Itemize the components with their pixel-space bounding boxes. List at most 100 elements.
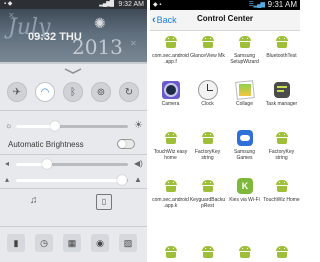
android-icon (199, 129, 217, 147)
rotation-lock-icon: ↻ (124, 86, 134, 98)
hotspot-icon: ⊚ (96, 86, 106, 98)
android-icon (273, 129, 291, 147)
app-icon-item[interactable]: TouchWiz Home (263, 177, 300, 223)
switch-knob (118, 140, 126, 148)
camera-button[interactable]: ◉ (91, 234, 109, 252)
timer-icon: ◷ (40, 237, 48, 248)
app-label: Clock (201, 101, 214, 107)
app-label: GlanceView Mk (190, 53, 225, 59)
ring-volume-slider[interactable] (16, 175, 128, 185)
android-icon (199, 33, 217, 51)
app-label: Samsung Games (233, 149, 256, 161)
lockscreen-wallpaper: ✕ ✕ July ✺ 09:32 THU 2013 (0, 9, 147, 62)
app-label: TouchWiz Home (263, 197, 300, 203)
android-icon (162, 129, 180, 147)
app-icon-item[interactable]: Samsung SetupWizard (226, 33, 263, 79)
sun-icon: ✺ (94, 15, 106, 31)
page-title: Control Center (197, 14, 253, 23)
sparkle-icon: ✕ (130, 39, 137, 48)
auto-brightness-label: Automatic Brightness (8, 140, 84, 149)
media-volume-slider[interactable] (16, 159, 128, 169)
signal-icon: ▂▄▆█ (99, 1, 114, 7)
app-icon-item-partial[interactable] (226, 243, 263, 259)
app-icon-item[interactable]: FactoryKey string (189, 129, 226, 175)
bell-icon[interactable]: ♫ (30, 195, 38, 206)
right-phone-screen: ◆ ▪ ☰ ▂▄▆ 9:31 AM ‹Back Control Center c… (150, 0, 300, 262)
chevron-down-icon[interactable] (63, 68, 83, 74)
android-icon (273, 243, 291, 259)
app-header: ‹Back Control Center (150, 10, 300, 31)
toggle-row: ✈ ◠ ᛒ ⊚ ↻ (5, 82, 142, 104)
slider-fill (16, 179, 123, 182)
flashlight-icon: ▮ (13, 237, 19, 248)
brightness-slider[interactable] (16, 121, 128, 131)
android-icon (236, 243, 254, 259)
task-icon (273, 81, 291, 99)
games-icon (236, 129, 254, 147)
slider-knob[interactable] (117, 175, 128, 185)
app-label: BluetoothTest (266, 53, 297, 59)
camera-icon (162, 81, 180, 99)
app-icon-item[interactable]: com.sec.android.app.f (152, 33, 189, 79)
flashlight-button[interactable]: ▮ (7, 234, 25, 252)
clock-icon (199, 81, 217, 99)
app-icon-item[interactable]: KeyguardBackupRest (189, 177, 226, 223)
app-icon-item[interactable]: Collage (226, 81, 263, 127)
kies-icon: K (236, 177, 254, 195)
app-icon-item[interactable]: K Kies via Wi-Fi (226, 177, 263, 223)
speaker-low-icon: ◂ (5, 159, 10, 168)
bluetooth-toggle[interactable]: ᛒ (63, 82, 83, 102)
app-icon-item[interactable]: TouchWiz easy home (152, 129, 189, 175)
calculator-button[interactable]: ▦ (63, 234, 81, 252)
android-icon (162, 33, 180, 51)
app-icon-item-partial[interactable] (189, 243, 226, 259)
hotspot-toggle[interactable]: ⊚ (91, 82, 111, 102)
collage-icon (236, 81, 254, 99)
vibrate-icon[interactable]: ▯ (96, 194, 112, 210)
android-icon (236, 33, 254, 51)
app-label: Collage (236, 101, 253, 107)
app-label: com.sec.android.app.k (152, 197, 189, 209)
app-icon-item[interactable]: Camera (152, 81, 189, 127)
notification-icons: ▪ ◆ (4, 1, 13, 7)
bluetooth-icon: ᛒ (70, 86, 76, 98)
app-icon-item[interactable]: FactoryKey string (263, 129, 300, 175)
android-icon (273, 33, 291, 51)
app-label: Task manager (265, 101, 298, 107)
app-icon-item-partial[interactable] (152, 243, 189, 259)
airplane-mode-toggle[interactable]: ✈ (7, 82, 27, 102)
wifi-toggle[interactable]: ◠ (35, 82, 55, 102)
app-icon-item[interactable]: BluetoothTest (263, 33, 300, 79)
slider-knob[interactable] (42, 159, 53, 169)
slider-knob[interactable] (50, 121, 61, 131)
timer-button[interactable]: ◷ (35, 234, 53, 252)
app-icon-item[interactable]: Samsung Games (226, 129, 263, 175)
android-icon (273, 177, 291, 195)
app-icon-item[interactable]: Task manager (263, 81, 300, 127)
rotation-lock-toggle[interactable]: ↻ (119, 82, 139, 102)
android-icon (199, 177, 217, 195)
wallpaper-year: 2013 (72, 35, 123, 59)
gallery-icon: ▨ (123, 237, 133, 248)
app-icon-item[interactable]: GlanceView Mk (189, 33, 226, 79)
app-icon-item[interactable]: Clock (189, 81, 226, 127)
divider (0, 226, 147, 227)
calculator-icon: ▦ (67, 237, 77, 248)
android-icon (162, 177, 180, 195)
brightness-high-icon: ☀ (134, 120, 143, 131)
app-icon-item[interactable]: com.sec.android.app.k (152, 177, 189, 223)
speaker-high-icon: ◀) (134, 159, 143, 168)
app-label: Kies via Wi-Fi (229, 197, 260, 203)
divider (0, 188, 147, 189)
app-label: FactoryKey string (268, 149, 295, 161)
divider (0, 110, 147, 111)
gallery-button[interactable]: ▨ (119, 234, 137, 252)
auto-brightness-switch[interactable] (117, 139, 135, 149)
app-label: TouchWiz easy home (153, 149, 188, 161)
divider (0, 154, 147, 155)
control-center-panel: ✈ ◠ ᛒ ⊚ ↻ ☼ ☀ Automatic Brightness ◂ ◀) … (0, 64, 147, 262)
app-icon-item-partial[interactable] (263, 243, 300, 259)
camera-icon: ◉ (96, 237, 104, 248)
airplane-icon: ✈ (12, 86, 22, 98)
status-time: 9:31 AM (267, 0, 297, 9)
